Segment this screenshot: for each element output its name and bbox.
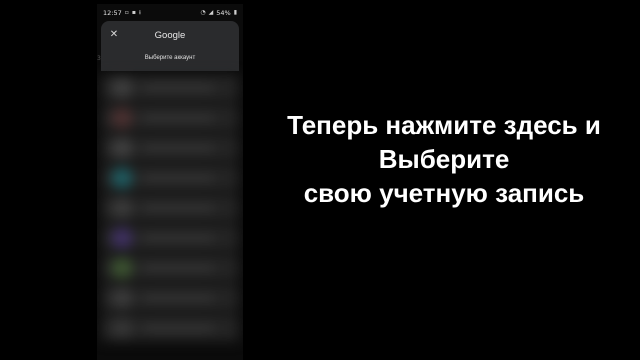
battery-icon: ▮ bbox=[233, 8, 237, 16]
list-item-line bbox=[143, 175, 213, 181]
caption-line-1: Теперь нажмите здесь и bbox=[287, 110, 601, 140]
notification-icon: ▪ bbox=[131, 8, 136, 16]
download-icon: ⭳ bbox=[138, 8, 141, 16]
blurred-account-list bbox=[97, 71, 243, 360]
list-item-line bbox=[143, 265, 213, 271]
list-item[interactable] bbox=[101, 75, 239, 101]
list-item-line bbox=[143, 295, 213, 301]
avatar bbox=[111, 257, 133, 279]
account-chooser-dialog: ✕ Google Выберите аккаунт bbox=[101, 21, 239, 71]
list-item[interactable] bbox=[101, 255, 239, 281]
avatar bbox=[111, 137, 133, 159]
list-item-line bbox=[143, 145, 213, 151]
list-item[interactable] bbox=[101, 225, 239, 251]
avatar bbox=[111, 197, 133, 219]
caption-line-3: свою учетную запись bbox=[303, 178, 585, 208]
list-item[interactable] bbox=[101, 195, 239, 221]
battery-level: 54% bbox=[216, 8, 231, 17]
notification-icon: ▫ bbox=[124, 8, 129, 16]
list-item[interactable] bbox=[101, 315, 239, 341]
avatar bbox=[111, 287, 133, 309]
wifi-icon: ◔ bbox=[200, 8, 206, 16]
list-item-line bbox=[143, 85, 213, 91]
video-frame: 12:57 ▫ ▪ ⭳ ◔ ◢ 54% ▮ 3 ✕ Google Выберит… bbox=[0, 0, 640, 360]
list-item[interactable] bbox=[101, 105, 239, 131]
dialog-title: Google bbox=[154, 30, 186, 41]
avatar bbox=[111, 227, 133, 249]
list-item-line bbox=[143, 115, 213, 121]
signal-icon: ◢ bbox=[208, 8, 214, 16]
avatar bbox=[111, 167, 133, 189]
instruction-caption: Теперь нажмите здесь и Выберите свою уче… bbox=[248, 108, 640, 210]
list-item[interactable] bbox=[101, 135, 239, 161]
list-item[interactable] bbox=[101, 165, 239, 191]
status-left: 12:57 ▫ ▪ ⭳ bbox=[103, 9, 141, 17]
dialog-subtitle: Выберите аккаунт bbox=[144, 55, 196, 61]
list-item[interactable] bbox=[101, 285, 239, 311]
phone-screenshot: 12:57 ▫ ▪ ⭳ ◔ ◢ 54% ▮ 3 ✕ Google Выберит… bbox=[97, 4, 243, 360]
avatar bbox=[111, 107, 133, 129]
status-bar: 12:57 ▫ ▪ ⭳ ◔ ◢ 54% ▮ bbox=[97, 4, 243, 21]
status-time: 12:57 bbox=[103, 8, 122, 17]
avatar bbox=[111, 317, 133, 339]
caption-line-2: Выберите bbox=[378, 144, 510, 174]
status-right: ◔ ◢ 54% ▮ bbox=[200, 9, 237, 17]
list-item-line bbox=[143, 205, 213, 211]
avatar bbox=[111, 77, 133, 99]
list-item-line bbox=[143, 235, 213, 241]
list-item-line bbox=[143, 325, 213, 331]
